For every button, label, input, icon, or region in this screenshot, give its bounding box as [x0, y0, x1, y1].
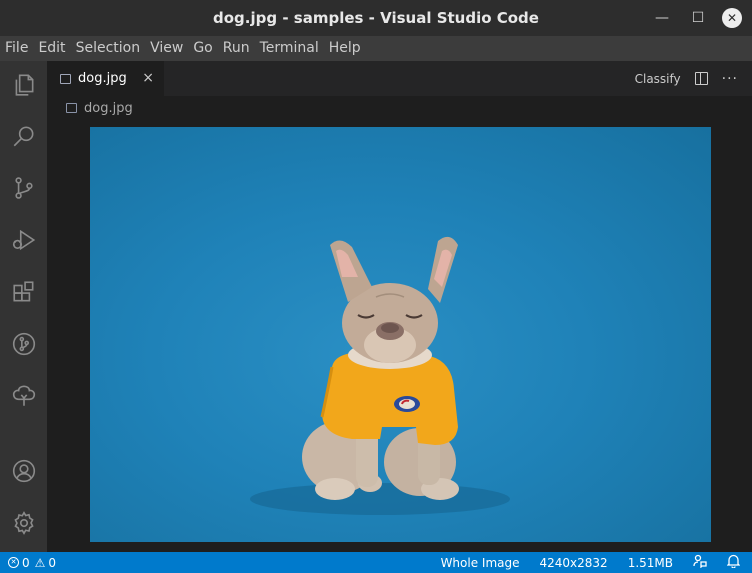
maximize-icon[interactable]: ☐ — [680, 0, 716, 36]
account-button[interactable] — [0, 447, 47, 495]
warning-count: 0 — [48, 555, 57, 570]
tab-dog-jpg[interactable]: dog.jpg × — [47, 61, 164, 96]
problems-indicator[interactable]: ✕ 0 ⚠ 0 — [0, 556, 56, 570]
explorer-button[interactable] — [0, 61, 47, 109]
tab-label: dog.jpg — [78, 71, 127, 86]
breadcrumb: dog.jpg — [66, 98, 133, 118]
tree-icon — [12, 385, 35, 406]
notifications-bell-icon[interactable] — [717, 554, 752, 571]
image-file-icon — [60, 73, 71, 84]
menu-help[interactable]: Help — [324, 36, 366, 61]
status-bar: ✕ 0 ⚠ 0 Whole Image 4240x2832 1.51MB — [0, 552, 752, 573]
close-tab-icon[interactable]: × — [142, 70, 154, 86]
zoom-mode[interactable]: Whole Image — [431, 556, 530, 570]
menu-terminal[interactable]: Terminal — [255, 36, 324, 61]
file-size: 1.51MB — [627, 555, 673, 570]
search-button[interactable] — [0, 112, 47, 160]
window-title: dog.jpg - samples - Visual Studio Code — [213, 9, 539, 27]
window-controls: — ☐ ✕ — [644, 0, 752, 36]
warning-icon: ⚠ — [34, 555, 46, 570]
dog-photo — [250, 236, 510, 515]
menu-run[interactable]: Run — [218, 36, 255, 61]
menu-edit[interactable]: Edit — [33, 36, 70, 61]
error-icon: ✕ — [8, 557, 19, 568]
account-icon — [12, 459, 35, 483]
close-window-icon[interactable]: ✕ — [722, 8, 742, 28]
menu-selection[interactable]: Selection — [71, 36, 146, 61]
editor-area: dog.jpg × Classify ··· dog.jpg — [47, 61, 752, 552]
title-bar: dog.jpg - samples - Visual Studio Code —… — [0, 0, 752, 36]
menu-bar: File Edit Selection View Go Run Terminal… — [0, 36, 752, 61]
settings-button[interactable] — [0, 499, 47, 547]
activity-bar — [0, 61, 47, 552]
breadcrumb-file[interactable]: dog.jpg — [84, 101, 133, 116]
extensions-button[interactable] — [0, 268, 47, 316]
menu-go[interactable]: Go — [188, 36, 217, 61]
more-actions-icon[interactable]: ··· — [722, 71, 738, 87]
files-icon — [15, 74, 33, 96]
split-editor-icon[interactable] — [694, 72, 708, 85]
image-dimensions: 4240x2832 — [539, 555, 608, 570]
image-file-icon — [66, 103, 77, 113]
feedback-icon[interactable] — [683, 554, 717, 571]
classify-button[interactable]: Classify — [635, 72, 681, 86]
image-preview[interactable] — [90, 127, 711, 542]
source-control-button[interactable] — [0, 164, 47, 212]
minimize-icon[interactable]: — — [644, 0, 680, 36]
settings-gear-icon — [13, 511, 34, 535]
extensions-icon — [12, 281, 33, 302]
menu-view[interactable]: View — [145, 36, 188, 61]
git-graph-button[interactable] — [0, 320, 47, 368]
source-control-icon — [14, 177, 33, 199]
error-count: 0 — [22, 555, 30, 570]
run-debug-icon — [12, 229, 35, 251]
git-graph-icon — [12, 332, 35, 356]
menu-file[interactable]: File — [0, 36, 33, 61]
status-right: Whole Image 4240x2832 1.51MB — [431, 552, 752, 573]
editor-actions: Classify ··· — [635, 61, 738, 96]
run-debug-button[interactable] — [0, 216, 47, 264]
search-icon — [13, 126, 33, 147]
tab-bar: dog.jpg × Classify ··· — [47, 61, 752, 96]
tree-view-button[interactable] — [0, 372, 47, 420]
